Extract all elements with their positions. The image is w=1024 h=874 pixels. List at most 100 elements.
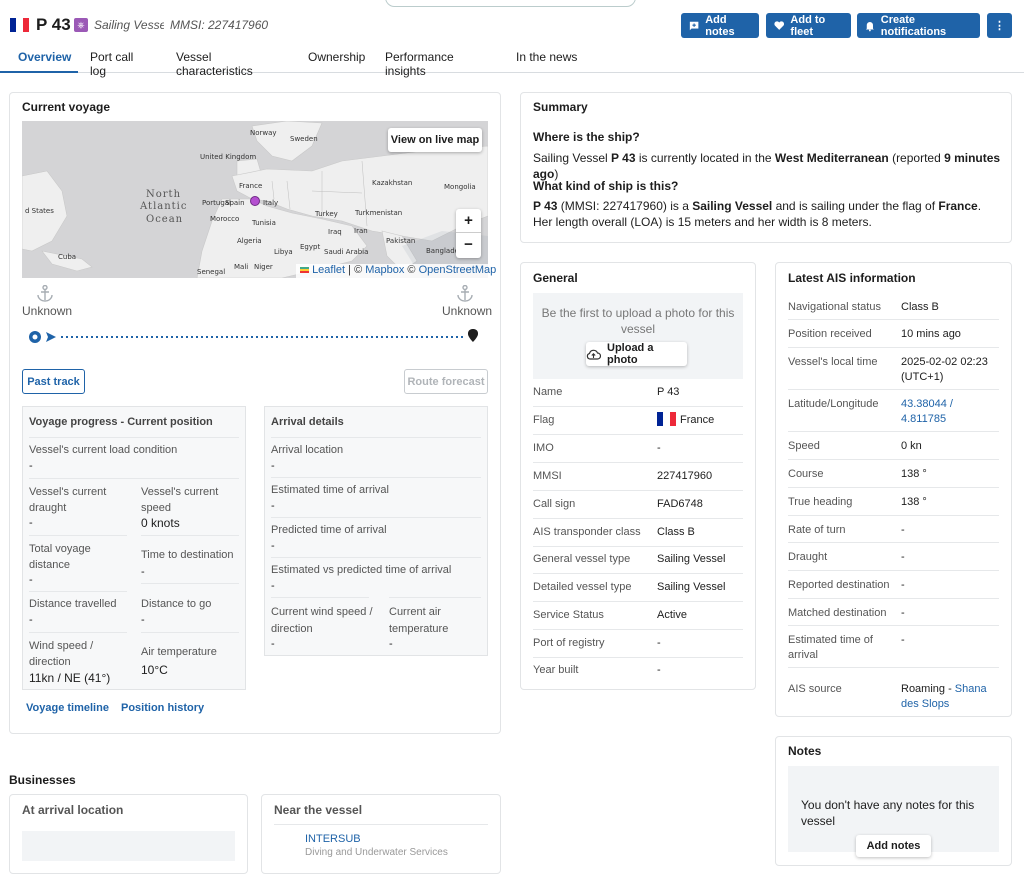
map-label: Italy	[263, 199, 278, 207]
near-vessel-title: Near the vessel	[274, 803, 363, 817]
general-row-label: Port of registry	[533, 637, 605, 649]
map-label: Sweden	[290, 135, 318, 143]
ais-row-label: True heading	[788, 496, 853, 508]
map-label: Portugal	[202, 199, 231, 207]
general-row-label: Name	[533, 386, 563, 398]
flag-stripe	[669, 412, 676, 426]
more-options-button[interactable]: ⋮	[987, 13, 1012, 38]
summary-vessel-name: P 43	[611, 151, 636, 165]
map-zoom-control: + −	[456, 209, 481, 258]
map-label: Morocco	[210, 215, 239, 223]
zoom-in-button[interactable]: +	[456, 209, 481, 233]
leaflet-link[interactable]: Leaflet	[312, 264, 345, 276]
general-row-label: Flag	[533, 414, 555, 426]
general-row-value-text: Active	[657, 609, 687, 621]
divider	[29, 591, 127, 592]
eta-vs-pta-label: Estimated vs predicted time of arrival	[271, 564, 452, 576]
current-speed-value: 0 knots	[141, 516, 180, 530]
distance-travelled-label: Distance travelled	[29, 598, 117, 610]
ais-row-label: Matched destination	[788, 607, 887, 619]
map-label: France	[239, 182, 262, 190]
ais-row-label: Course	[788, 468, 824, 480]
summary-vessel-name: P 43	[533, 199, 558, 213]
general-row-label: AIS transponder class	[533, 526, 641, 538]
general-row-label: Service Status	[533, 609, 604, 621]
summary-answer-kind: P 43 (MMSI: 227417960) is a Sailing Vess…	[533, 198, 1003, 230]
divider	[788, 487, 999, 488]
position-history-link[interactable]: Position history	[121, 702, 204, 714]
route-forecast-button[interactable]: Route forecast	[404, 369, 488, 394]
notes-add-button[interactable]: Add notes	[856, 835, 931, 857]
ais-row-label: Latitude/Longitude	[788, 398, 879, 410]
map-label: United Kingdom	[200, 153, 256, 161]
ais-row-value: -	[901, 607, 905, 619]
general-row-label: IMO	[533, 442, 554, 454]
summary-vessel-type: Sailing Vessel	[692, 199, 773, 213]
sailing-vessel-icon: ⎈	[74, 18, 88, 32]
map-label: Niger	[254, 263, 273, 271]
ais-row-label: AIS source	[788, 683, 842, 695]
business-link-intersub[interactable]: INTERSUB	[305, 833, 361, 845]
divider	[141, 535, 239, 536]
map-label: Tunisia	[251, 219, 276, 227]
wind-value: 11kn / NE (41°)	[29, 671, 111, 685]
create-notifications-button[interactable]: Create notifications	[857, 13, 980, 38]
eta-vs-pta-value: -	[271, 580, 275, 592]
ais-row-label: Vessel's local time	[788, 356, 878, 368]
businesses-title: Businesses	[9, 773, 76, 787]
add-to-fleet-label: Add to fleet	[790, 13, 826, 38]
map-label: Mali	[234, 263, 248, 271]
tab-port-call-log[interactable]: Port call log	[78, 44, 164, 78]
add-notes-button[interactable]: Add notes	[681, 13, 759, 38]
divider	[271, 557, 481, 558]
destination-pin-icon	[467, 328, 479, 342]
divider	[533, 406, 743, 407]
voyage-progress-title: Voyage progress - Current position	[29, 416, 213, 428]
osm-link[interactable]: OpenStreetMap	[419, 264, 497, 276]
leaflet-icon	[300, 267, 309, 273]
tab-in-the-news[interactable]: In the news	[504, 44, 594, 73]
general-row-label: Call sign	[533, 498, 576, 510]
map-label: Kazakhstan	[372, 179, 412, 187]
ais-row-label: Rate of turn	[788, 524, 846, 536]
time-to-destination-label: Time to destination	[141, 549, 234, 561]
arrival-location-label: Arrival location	[271, 444, 344, 456]
general-row-value: -	[657, 637, 661, 649]
ais-row-value: 0 kn	[901, 440, 922, 452]
general-row-value: Class B	[657, 526, 695, 538]
add-to-fleet-button[interactable]: Add to fleet	[766, 13, 851, 38]
distance-travelled-value: -	[29, 614, 33, 626]
general-row-value-text: -	[657, 442, 661, 454]
current-wind-label: Current wind speed / direction	[271, 606, 373, 635]
tab-vessel-characteristics[interactable]: Vessel characteristics	[164, 44, 296, 78]
general-row-value: P 43	[657, 386, 679, 398]
general-row-value: 227417960	[657, 470, 712, 482]
eta-label: Estimated time of arrival	[271, 484, 389, 496]
upload-photo-button[interactable]: Upload a photo	[586, 342, 687, 366]
divider	[29, 437, 239, 438]
start-dot-inner	[32, 334, 38, 340]
mapbox-link[interactable]: Mapbox	[365, 264, 404, 276]
ais-row-label: Draught	[788, 551, 828, 563]
tab-ownership[interactable]: Ownership	[296, 44, 373, 73]
ais-title: Latest AIS information	[788, 271, 916, 285]
ais-row-value[interactable]: 43.38044 / 4.811785	[901, 397, 997, 427]
summary-text: (MMSI: 227417960) is a	[557, 199, 693, 213]
zoom-out-button[interactable]: −	[456, 233, 481, 257]
vessel-position-marker[interactable]	[250, 196, 260, 206]
divider	[788, 667, 999, 668]
voyage-progress-track	[29, 328, 479, 343]
voyage-timeline-link[interactable]: Voyage timeline	[26, 702, 109, 714]
map-label: Pakistan	[386, 237, 415, 245]
ais-row-value: -	[901, 634, 905, 646]
upload-photo-label: Upload a photo	[607, 342, 654, 366]
tab-performance-insights[interactable]: Performance insights	[373, 44, 504, 78]
divider	[533, 657, 743, 658]
view-live-map-button[interactable]: View on live map	[388, 128, 482, 152]
general-row-value-text: Class B	[657, 526, 695, 538]
search-input[interactable]	[385, 0, 636, 7]
map-label: Saudi Arabia	[324, 248, 368, 256]
map-label: Norway	[250, 129, 277, 137]
tab-overview[interactable]: Overview	[0, 44, 78, 73]
past-track-button[interactable]: Past track	[22, 369, 85, 394]
